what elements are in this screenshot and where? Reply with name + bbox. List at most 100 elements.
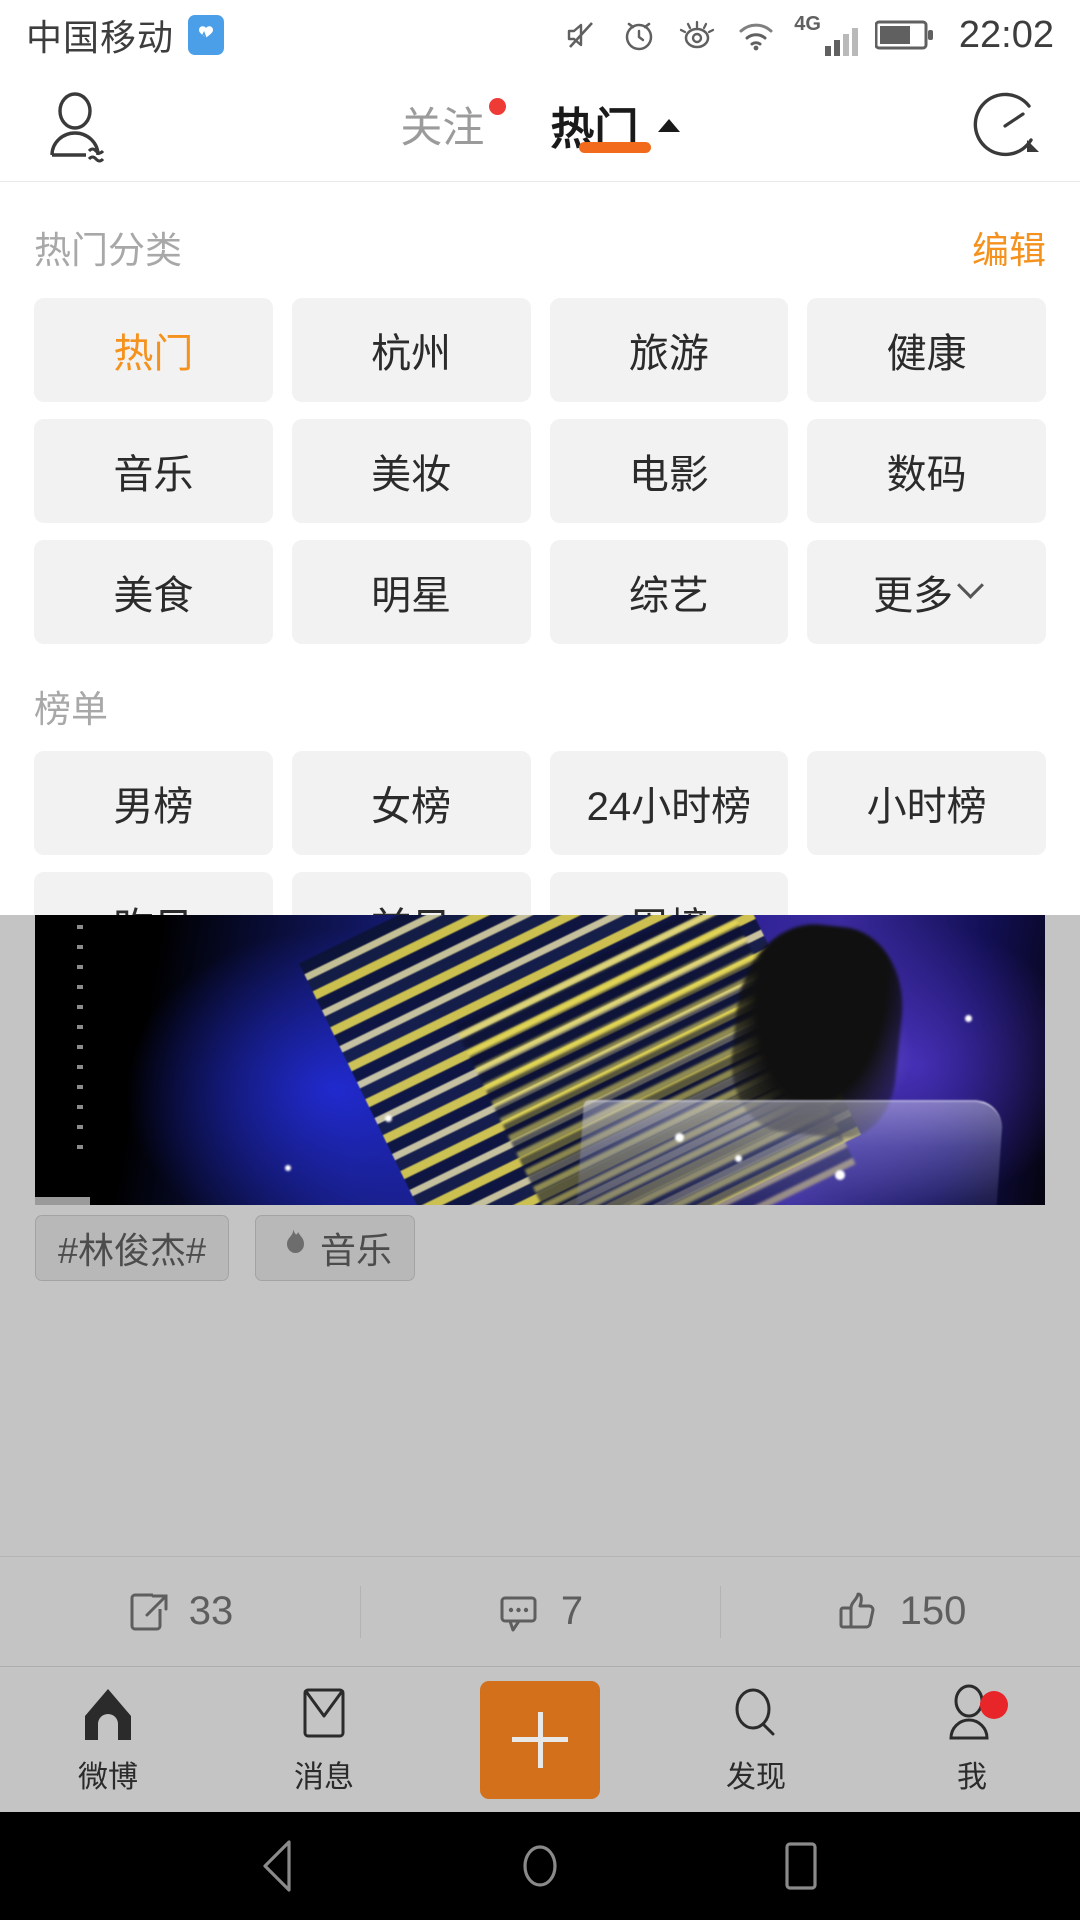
search-icon [735, 1688, 775, 1735]
category-chip-0[interactable]: 热门 [34, 298, 273, 402]
chevron-down-icon [957, 571, 985, 599]
tab-following-label: 关注 [400, 104, 485, 151]
category-chip-label: 更多 [873, 574, 954, 618]
thumbs-up-icon [839, 1592, 875, 1628]
category-chip-9[interactable]: 明星 [291, 540, 531, 644]
category-chip-label: 旅游 [628, 332, 709, 376]
post-tag-label: #林俊杰# [58, 1230, 207, 1271]
bottom-tab-bar: 微博 消息 发现 我 [0, 1666, 1080, 1812]
category-chip-label: 热门 [113, 332, 194, 376]
post-action-bar: 33 7 150 [0, 1556, 1080, 1666]
category-section-title: 热门分类 [34, 230, 182, 271]
post-tag-0[interactable]: #林俊杰# [35, 1215, 230, 1281]
back-triangle-icon[interactable] [251, 1836, 307, 1896]
category-chip-5[interactable]: 美妆 [291, 419, 531, 523]
tab-compose[interactable] [432, 1667, 648, 1812]
comment-count: 7 [560, 1589, 584, 1633]
post-tag-1[interactable]: 音乐 [255, 1215, 416, 1281]
ranking-chip-0[interactable]: 男榜 [34, 751, 273, 855]
sparkle [675, 1133, 684, 1142]
signal-bars-icon: 4G [794, 13, 859, 58]
post-tag-label: 音乐 [320, 1230, 393, 1271]
video-thumbnail[interactable] [35, 915, 1045, 1205]
category-chip-2[interactable]: 旅游 [549, 298, 789, 402]
ranking-chip-3[interactable]: 小时榜 [807, 751, 1046, 855]
ranking-chip-label: 24小时榜 [586, 785, 752, 829]
battery-icon [874, 20, 933, 50]
flame-icon [278, 1227, 308, 1270]
category-section-header: 热门分类 编辑 [34, 182, 1046, 284]
mute-icon [568, 22, 594, 48]
category-chip-1[interactable]: 杭州 [291, 298, 531, 402]
tab-discover[interactable]: 发现 [648, 1667, 864, 1812]
hot-category-panel: 热门分类 编辑 热门 杭州 旅游 健康音乐 美妆 电影 数码美食 明星 综艺 更多 榜单 男榜 女榜… [0, 182, 1080, 976]
wifi-icon [739, 23, 773, 51]
active-tab-indicator [579, 141, 651, 153]
ranking-chip-1[interactable]: 女榜 [291, 751, 531, 855]
carrier-label: 中国移动 [26, 17, 175, 58]
tab-discover-label: 发现 [726, 1760, 786, 1794]
ranking-chip-2[interactable]: 24小时榜 [549, 751, 789, 855]
like-action[interactable]: 150 [720, 1580, 1080, 1644]
profile-button[interactable] [0, 89, 150, 163]
category-chip-label: 美食 [113, 574, 194, 618]
category-chip-3[interactable]: 健康 [807, 298, 1046, 402]
tab-messages-label: 消息 [294, 1760, 354, 1794]
feed-post-card: #林俊杰# 音乐 33 7 150 [0, 915, 1080, 1666]
piano-shape [575, 1100, 1005, 1205]
tab-weibo-label: 微博 [78, 1760, 138, 1794]
alarm-clock-icon [625, 22, 653, 51]
history-button[interactable] [930, 88, 1080, 164]
tab-me[interactable]: 我 [864, 1667, 1080, 1812]
phone-screen: 中国移动 4G 22:02 关注 热门 热门分类 编辑 热门 杭州 旅游 健康 … [0, 0, 1080, 1920]
status-icons: 4G 22:02 [562, 13, 1054, 58]
category-chip-label: 电影 [628, 453, 709, 497]
category-chip-label: 明星 [371, 574, 452, 618]
category-chip-label: 美妆 [371, 453, 452, 497]
plus-icon-vertical [537, 1711, 543, 1768]
nav-tabs: 关注 热门 [150, 93, 930, 159]
film-edge-dots [77, 925, 83, 1155]
ranking-chip-label: 男榜 [113, 785, 194, 829]
category-chip-label: 综艺 [628, 574, 709, 618]
tab-messages[interactable]: 消息 [216, 1667, 432, 1812]
category-chip-10[interactable]: 综艺 [549, 540, 789, 644]
like-count: 150 [899, 1589, 967, 1633]
comment-icon [500, 1596, 537, 1631]
edit-categories-button[interactable]: 编辑 [972, 220, 1046, 274]
compose-button[interactable] [480, 1680, 600, 1799]
category-chip-7[interactable]: 数码 [807, 419, 1046, 523]
ranking-chip-label: 小时榜 [866, 785, 987, 829]
recents-square-icon[interactable] [773, 1836, 829, 1896]
following-unread-dot [489, 98, 507, 115]
category-chip-8[interactable]: 美食 [34, 540, 273, 644]
tab-hot[interactable]: 热门 [550, 93, 680, 159]
category-chip-6[interactable]: 电影 [549, 419, 789, 523]
home-circle-icon[interactable] [512, 1836, 568, 1896]
ranking-section-title: 榜单 [34, 689, 108, 730]
chevron-up-icon [657, 118, 680, 132]
repost-count: 33 [188, 1589, 234, 1633]
tab-following[interactable]: 关注 [400, 94, 507, 157]
top-navigation-bar: 关注 热门 [0, 70, 1080, 182]
sparkle [385, 1115, 392, 1122]
comment-action[interactable]: 7 [360, 1580, 720, 1644]
category-chip-label: 健康 [886, 332, 967, 376]
sparkle [965, 1015, 972, 1022]
clock-history-icon [973, 92, 1039, 156]
me-badge-dot [980, 1691, 1008, 1719]
category-chip-11[interactable]: 更多 [807, 540, 1046, 644]
ranking-chip-label: 女榜 [371, 785, 452, 829]
android-navigation-bar [0, 1812, 1080, 1920]
repost-icon [130, 1593, 168, 1630]
status-time: 22:02 [958, 13, 1054, 56]
repost-action[interactable]: 33 [0, 1580, 360, 1644]
category-chip-label: 杭州 [371, 332, 452, 376]
health-monitor-icon [188, 15, 225, 55]
category-chip-4[interactable]: 音乐 [34, 419, 273, 523]
video-progress-bar[interactable] [35, 1197, 90, 1205]
category-chip-label: 音乐 [113, 453, 194, 497]
status-bar: 中国移动 4G 22:02 [0, 0, 1080, 70]
user-profile-icon [50, 91, 105, 162]
tab-weibo[interactable]: 微博 [0, 1667, 216, 1812]
